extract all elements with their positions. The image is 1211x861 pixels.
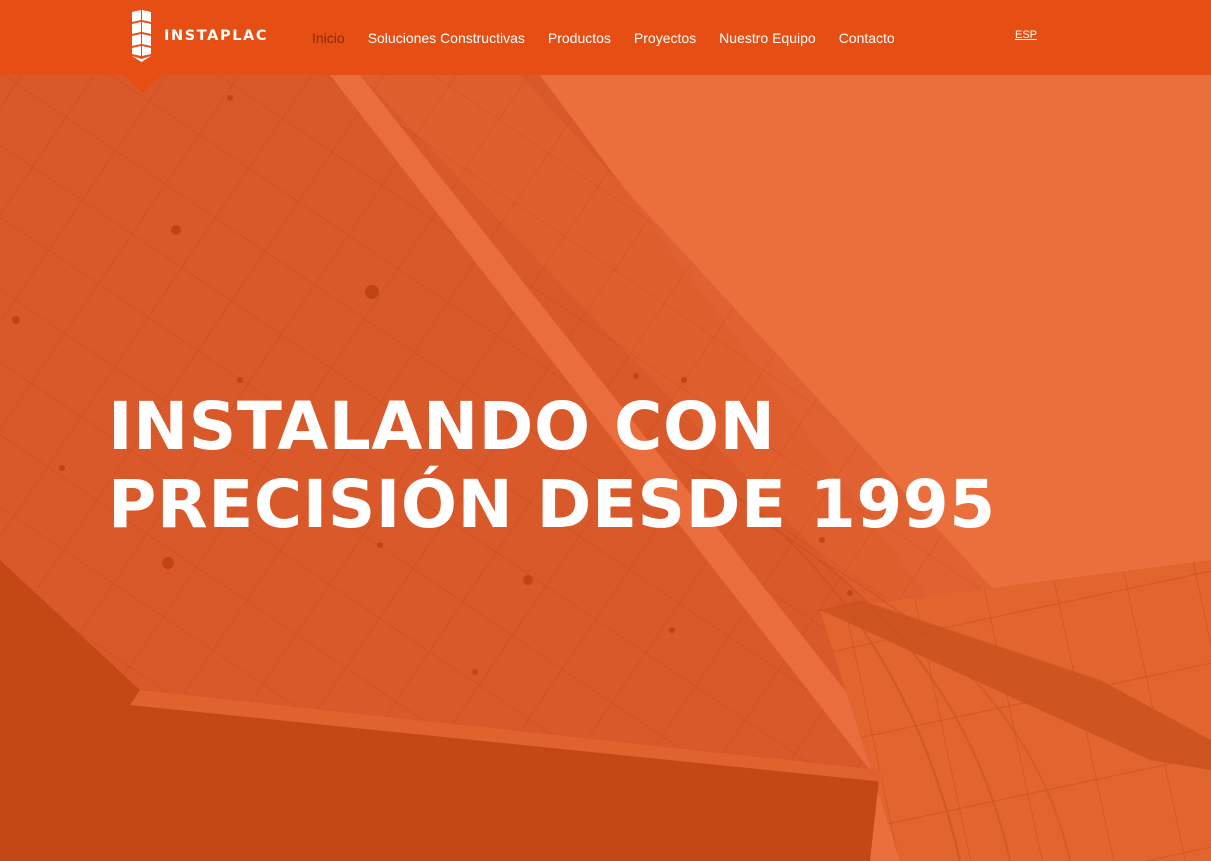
nav-item-productos[interactable]: Productos [548,27,611,49]
nav-item-nuestro-equipo[interactable]: Nuestro Equipo [719,27,816,49]
nav-item-contacto[interactable]: Contacto [839,27,895,49]
hero-headline: INSTALANDO CON PRECISIÓN DESDE 1995 [108,388,996,544]
brand-logo-link[interactable]: INSTAPLAC [130,10,268,62]
nav-item-inicio[interactable]: Inicio [312,27,345,49]
nav-item-proyectos[interactable]: Proyectos [634,27,696,49]
site-header: INSTAPLAC Inicio Soluciones Constructiva… [0,0,1211,75]
page: INSTAPLAC Inicio Soluciones Constructiva… [0,0,1211,861]
instaplac-building-logo [132,10,151,62]
active-nav-indicator [123,74,163,93]
main-nav: Inicio Soluciones Constructivas Producto… [312,0,918,75]
hero-headline-line-1: INSTALANDO CON [108,388,776,465]
language-switch-link[interactable]: ESP [1015,29,1037,41]
hero-headline-line-2: PRECISIÓN DESDE 1995 [108,466,996,543]
nav-item-soluciones-constructivas[interactable]: Soluciones Constructivas [368,27,525,49]
brand-name: INSTAPLAC [164,27,269,44]
